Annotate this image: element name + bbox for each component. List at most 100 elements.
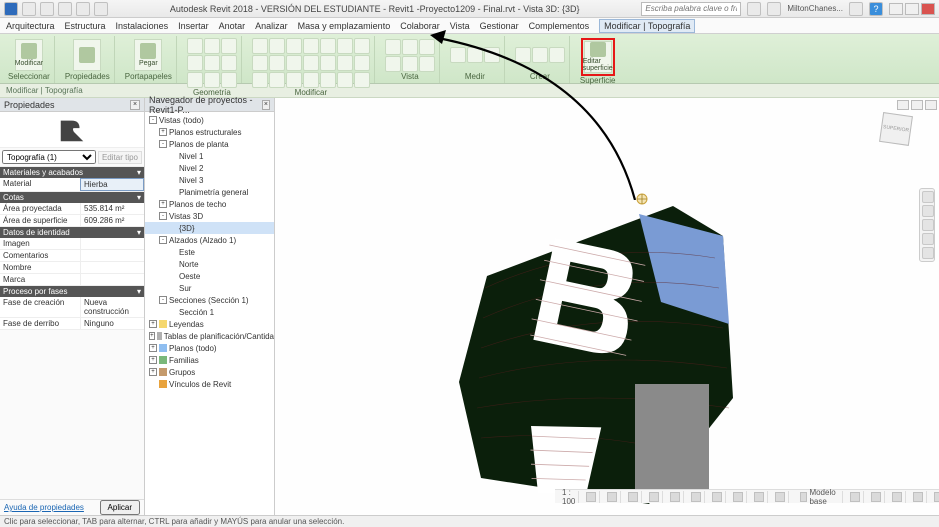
property-value[interactable] [80, 274, 144, 285]
menu-tab[interactable]: Complementos [529, 21, 590, 31]
ribbon-small-button[interactable] [204, 38, 220, 54]
ribbon-button[interactable]: Modificar [15, 39, 43, 71]
property-value[interactable]: 535.814 m² [80, 203, 144, 214]
tree-toggle-icon[interactable]: + [159, 200, 167, 208]
tree-node[interactable]: Nivel 3 [145, 174, 274, 186]
ribbon-small-button[interactable] [269, 38, 285, 54]
workset-label[interactable]: Modelo base [809, 488, 838, 506]
ribbon-small-button[interactable] [221, 38, 237, 54]
tree-toggle-icon[interactable]: + [149, 320, 157, 328]
model-canvas[interactable]: SUPERIOR [275, 98, 939, 515]
ribbon-small-button[interactable] [385, 39, 401, 55]
tree-node[interactable]: +Planos estructurales [145, 126, 274, 138]
property-row[interactable]: Área de superficie609.286 m² [0, 215, 144, 227]
tree-node[interactable]: +Leyendas [145, 318, 274, 330]
reveal-hidden-icon[interactable] [775, 492, 785, 502]
tree-toggle-icon[interactable]: + [149, 344, 157, 352]
infocenter-app-exchange-icon[interactable] [849, 2, 863, 16]
sun-path-icon[interactable] [628, 492, 638, 502]
ribbon-small-button[interactable] [450, 47, 466, 63]
tree-toggle-icon[interactable]: - [159, 236, 167, 244]
tree-toggle-icon[interactable]: - [159, 212, 167, 220]
ribbon-small-button[interactable] [337, 38, 353, 54]
tree-node[interactable]: Planimetría general [145, 186, 274, 198]
property-value[interactable]: Ninguno [80, 318, 144, 329]
qat-save-icon[interactable] [40, 2, 54, 16]
tree-node[interactable]: +Planos (todo) [145, 342, 274, 354]
expand-icon[interactable]: ▾ [137, 168, 141, 177]
ribbon-small-button[interactable] [286, 72, 302, 88]
ribbon-small-button[interactable] [269, 55, 285, 71]
ribbon-small-button[interactable] [187, 38, 203, 54]
menu-tab[interactable]: Analizar [255, 21, 288, 31]
ribbon-small-button[interactable] [320, 55, 336, 71]
property-row[interactable]: Fase de creaciónNueva construcción [0, 297, 144, 318]
help-icon[interactable]: ? [869, 2, 883, 16]
crop-view-icon[interactable] [691, 492, 701, 502]
expand-icon[interactable]: ▾ [137, 287, 141, 296]
ribbon-button[interactable]: Pegar [134, 39, 162, 71]
viewcube[interactable]: SUPERIOR [873, 108, 919, 154]
ribbon-small-button[interactable] [252, 72, 268, 88]
ribbon-small-button[interactable] [484, 47, 500, 63]
menu-tab[interactable]: Modificar | Topografía [599, 19, 695, 33]
ribbon-small-button[interactable] [337, 55, 353, 71]
ribbon-button[interactable]: Editar superficie [584, 41, 612, 73]
tree-node[interactable]: +Grupos [145, 366, 274, 378]
navbar-zoom-icon[interactable] [922, 219, 934, 231]
property-row[interactable]: Fase de derriboNinguno [0, 318, 144, 330]
ribbon-small-button[interactable] [320, 38, 336, 54]
ribbon-small-button[interactable] [354, 55, 370, 71]
qat-undo-icon[interactable] [58, 2, 72, 16]
tree-node[interactable]: Sección 1 [145, 306, 274, 318]
window-restore-button[interactable] [905, 3, 919, 15]
viewcube-face-label[interactable]: SUPERIOR [879, 112, 913, 146]
ribbon-small-button[interactable] [286, 55, 302, 71]
tree-node[interactable]: Oeste [145, 270, 274, 282]
property-value[interactable] [80, 262, 144, 273]
ribbon-small-button[interactable] [187, 55, 203, 71]
navbar-wheel-icon[interactable] [922, 191, 934, 203]
property-row[interactable]: Nombre [0, 262, 144, 274]
ribbon-small-button[interactable] [303, 55, 319, 71]
property-row[interactable]: MaterialHierba [0, 178, 144, 192]
ribbon-small-button[interactable] [252, 55, 268, 71]
ribbon-small-button[interactable] [549, 47, 565, 63]
tree-toggle-icon[interactable]: - [149, 116, 157, 124]
property-section-header[interactable]: Materiales y acabados▾ [0, 167, 144, 178]
shadows-icon[interactable] [649, 492, 659, 502]
qat-print-icon[interactable] [94, 2, 108, 16]
infocenter-search-icon[interactable] [747, 2, 761, 16]
ribbon-small-button[interactable] [402, 39, 418, 55]
ribbon-small-button[interactable] [204, 72, 220, 88]
ribbon-small-button[interactable] [187, 72, 203, 88]
tree-toggle-icon[interactable]: - [159, 140, 167, 148]
crop-region-icon[interactable] [712, 492, 722, 502]
navbar-fit-icon[interactable] [922, 247, 934, 259]
ribbon-small-button[interactable] [269, 72, 285, 88]
property-row[interactable]: Imagen [0, 238, 144, 250]
menu-tab[interactable]: Instalaciones [116, 21, 169, 31]
properties-close-button[interactable]: × [130, 100, 140, 110]
tree-node[interactable]: Norte [145, 258, 274, 270]
select-pinned-icon[interactable] [913, 492, 923, 502]
ribbon-small-button[interactable] [286, 38, 302, 54]
tree-toggle-icon[interactable]: + [149, 356, 157, 364]
tree-node[interactable]: +Familias [145, 354, 274, 366]
detail-level-icon[interactable] [586, 492, 596, 502]
menu-tab[interactable]: Insertar [178, 21, 209, 31]
edit-surface-button[interactable]: Editar superficie [581, 38, 615, 76]
tree-node[interactable]: -Alzados (Alzado 1) [145, 234, 274, 246]
tree-toggle-icon[interactable]: + [149, 368, 157, 376]
tree-node[interactable]: -Secciones (Sección 1) [145, 294, 274, 306]
property-value[interactable]: Nueva construcción [80, 297, 144, 317]
property-row[interactable]: Comentarios [0, 250, 144, 262]
user-name-label[interactable]: MiltonChanes... [787, 4, 843, 13]
type-selector[interactable]: Topografía (1) [2, 150, 96, 164]
menu-tab[interactable]: Colaborar [400, 21, 440, 31]
view-scale-selector[interactable]: 1 : 100 [559, 491, 579, 503]
qat-redo-icon[interactable] [76, 2, 90, 16]
ribbon-small-button[interactable] [320, 72, 336, 88]
expand-icon[interactable]: ▾ [137, 228, 141, 237]
ribbon-small-button[interactable] [532, 47, 548, 63]
